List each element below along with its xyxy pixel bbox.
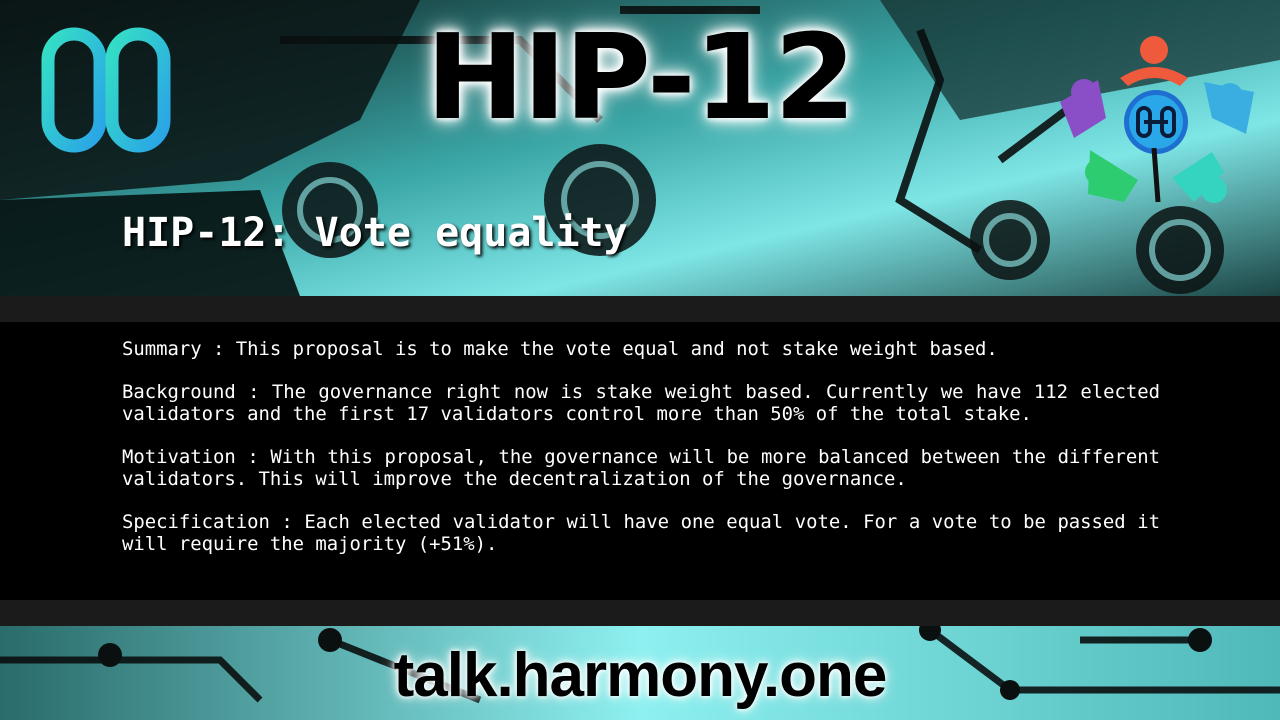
subtitle: HIP-12: Vote equality	[122, 210, 628, 256]
forum-url[interactable]: talk.harmony.one	[0, 640, 1280, 711]
specification-paragraph: Specification : Each elected validator w…	[122, 511, 1160, 555]
motivation-paragraph: Motivation : With this proposal, the gov…	[122, 446, 1160, 490]
proposal-text: Summary : This proposal is to make the v…	[122, 338, 1160, 576]
summary-paragraph: Summary : This proposal is to make the v…	[122, 338, 998, 360]
background-paragraph: Background : The governance right now is…	[122, 381, 1160, 425]
divider-strip-bottom	[0, 600, 1280, 626]
main-title: HIP-12	[425, 8, 856, 146]
divider-strip-top	[0, 296, 1280, 322]
